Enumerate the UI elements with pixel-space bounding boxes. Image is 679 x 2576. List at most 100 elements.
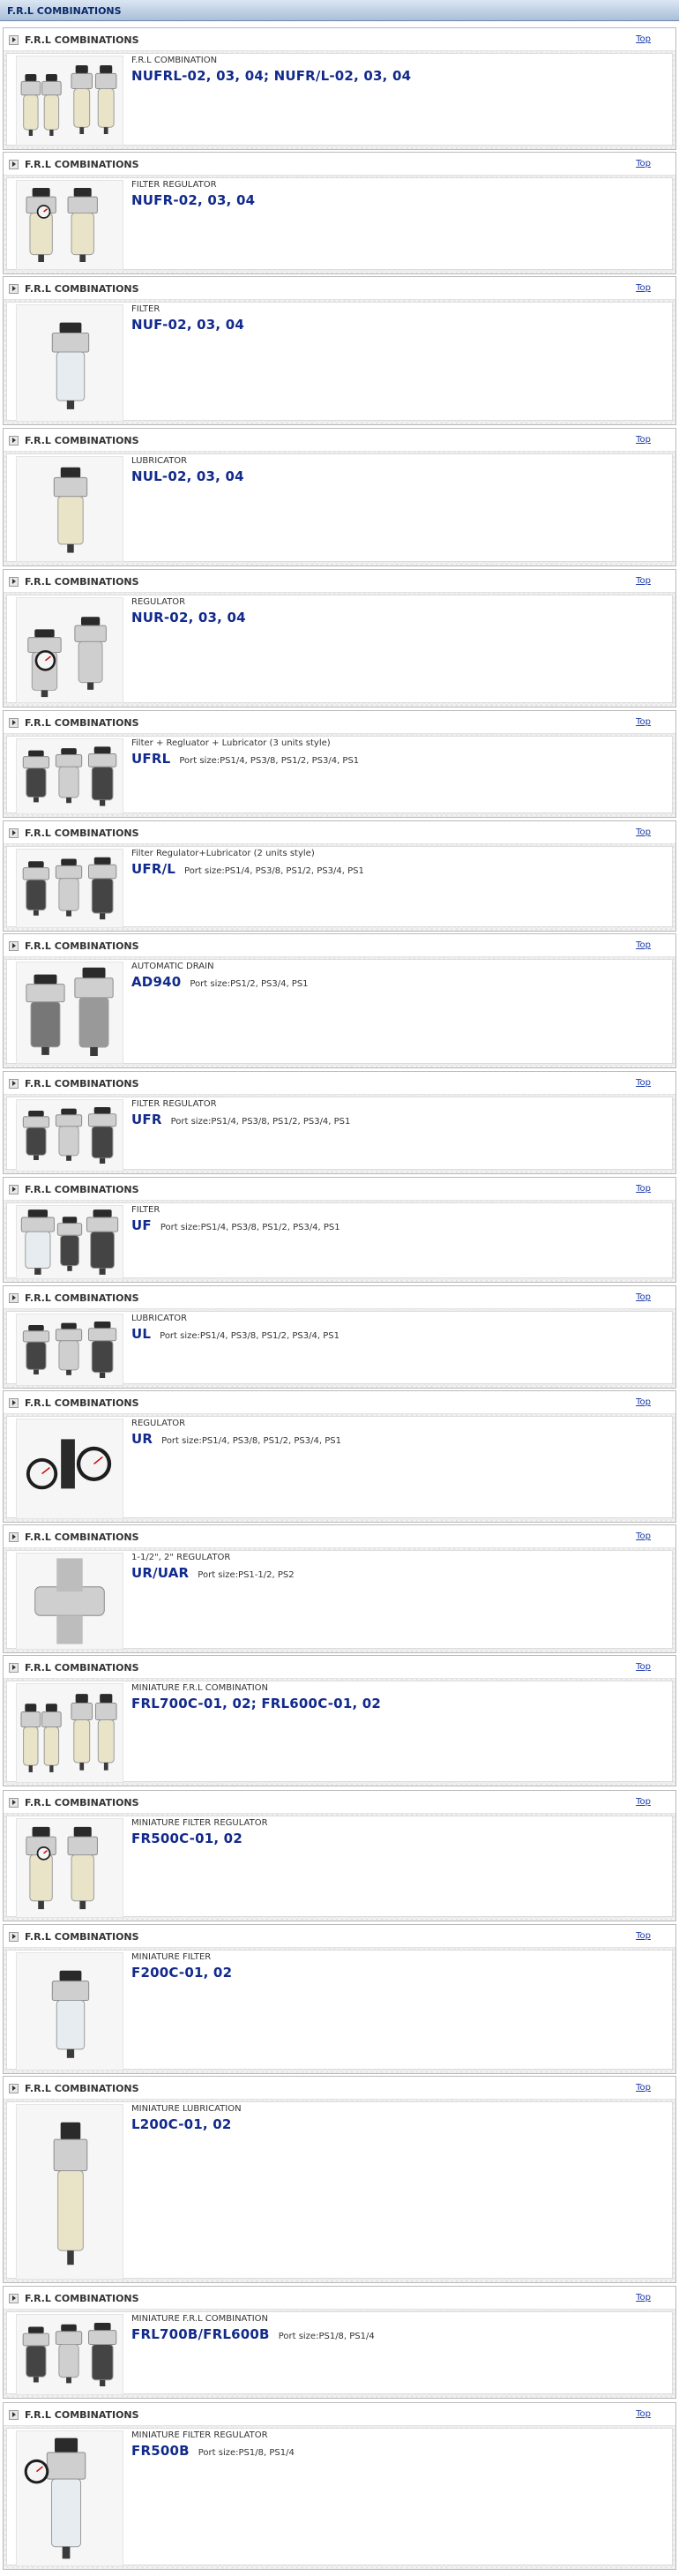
product-image[interactable] (16, 2314, 123, 2395)
product-model[interactable]: UL (131, 1326, 151, 1342)
product-image[interactable] (16, 1952, 123, 2071)
product-image[interactable] (16, 849, 123, 928)
product-model[interactable]: UF (131, 1217, 152, 1233)
product-description: MINIATURE F.R.L COMBINATION (131, 2314, 269, 2324)
model-line: UL Port size:PS1/4, PS3/8, PS1/2, PS3/4, … (131, 1325, 663, 1342)
product-image[interactable] (16, 1314, 123, 1386)
back-to-top-link[interactable]: Top (636, 576, 651, 586)
back-to-top-link[interactable]: Top (636, 2409, 651, 2419)
back-to-top-link[interactable]: Top (636, 435, 651, 445)
product-content: MINIATURE FILTER REGULATOR FR500B Port si… (6, 2428, 673, 2566)
category-arrow-icon (9, 2410, 19, 2420)
product-image[interactable] (16, 738, 123, 814)
product-model[interactable]: UFRL (131, 751, 170, 767)
product-content: AUTOMATIC DRAIN AD940 Port size:PS1/2, PS… (6, 959, 673, 1064)
product-description: MINIATURE LUBRICATION (131, 2104, 242, 2114)
product-description: FILTER (131, 304, 160, 314)
product-image[interactable] (16, 1683, 123, 1783)
model-line: NUFR-02, 03, 04 (131, 191, 663, 208)
product-section: F.R.L COMBINATIONS Top LUBRICATOR UL Port… (3, 1285, 676, 1389)
back-to-top-link[interactable]: Top (636, 1662, 651, 1672)
product-model[interactable]: UFR/L (131, 861, 175, 877)
product-model[interactable]: UR (131, 1431, 153, 1447)
product-model[interactable]: FRL700B/FRL600B (131, 2326, 270, 2342)
model-line: UFRL Port size:PS1/4, PS3/8, PS1/2, PS3/4… (131, 750, 663, 767)
product-description: REGULATOR (131, 597, 186, 607)
section-header: F.R.L COMBINATIONS Top (4, 570, 675, 593)
product-image[interactable] (16, 456, 123, 562)
section-header: F.R.L COMBINATIONS Top (4, 2403, 675, 2426)
category-title: F.R.L COMBINATIONS (25, 2409, 139, 2421)
product-image[interactable] (16, 304, 123, 422)
back-to-top-link[interactable]: Top (636, 827, 651, 837)
product-image[interactable] (16, 1553, 123, 1650)
category-arrow-icon (9, 577, 19, 587)
product-image[interactable] (16, 2104, 123, 2280)
product-text: LUBRICATOR NUL-02, 03, 04 (131, 456, 663, 484)
model-line: AD940 Port size:PS1/2, PS3/4, PS1 (131, 973, 663, 990)
product-model[interactable]: NUR-02, 03, 04 (131, 610, 246, 625)
port-size: Port size:PS1/8, PS1/4 (278, 2332, 375, 2341)
product-image[interactable] (16, 1419, 123, 1519)
back-to-top-link[interactable]: Top (636, 717, 651, 727)
product-image[interactable] (16, 1818, 123, 1918)
product-section: F.R.L COMBINATIONS Top MINIATURE FILTER … (3, 1790, 676, 1921)
product-content: MINIATURE LUBRICATION L200C-01, 02 (6, 2101, 673, 2280)
model-line: FRL700B/FRL600B Port size:PS1/8, PS1/4 (131, 2325, 663, 2342)
product-model[interactable]: UR/UAR (131, 1565, 189, 1581)
product-image[interactable] (16, 180, 123, 270)
product-image[interactable] (16, 2430, 123, 2566)
model-line: L200C-01, 02 (131, 2115, 663, 2132)
product-model[interactable]: NUFRL-02, 03, 04; NUFR/L-02, 03, 04 (131, 68, 411, 84)
back-to-top-link[interactable]: Top (636, 1078, 651, 1088)
category-title: F.R.L COMBINATIONS (25, 1797, 139, 1808)
category-title: F.R.L COMBINATIONS (25, 1662, 139, 1674)
category-arrow-icon (9, 2294, 19, 2303)
product-section: F.R.L COMBINATIONS Top Filter Regulator+… (3, 820, 676, 932)
product-description: Filter + Regluator + Lubricator (3 units… (131, 738, 331, 748)
back-to-top-link[interactable]: Top (636, 1397, 651, 1407)
product-model[interactable]: L200C-01, 02 (131, 2116, 232, 2132)
back-to-top-link[interactable]: Top (636, 940, 651, 950)
product-model[interactable]: AD940 (131, 974, 181, 990)
product-section: F.R.L COMBINATIONS Top FILTER REGULATOR … (3, 152, 676, 274)
product-model[interactable]: NUFR-02, 03, 04 (131, 192, 255, 208)
product-model[interactable]: UFR (131, 1112, 162, 1127)
back-to-top-link[interactable]: Top (636, 283, 651, 293)
product-text: REGULATOR UR Port size:PS1/4, PS3/8, PS1/… (131, 1419, 663, 1447)
product-image[interactable] (16, 962, 123, 1064)
model-line: FR500B Port size:PS1/8, PS1/4 (131, 2442, 663, 2459)
product-content: FILTER NUF-02, 03, 04 (6, 302, 673, 422)
section-header: F.R.L COMBINATIONS Top (4, 1072, 675, 1095)
page-title-bar: F.R.L COMBINATIONS (0, 0, 679, 21)
product-model[interactable]: F200C-01, 02 (131, 1965, 232, 1981)
back-to-top-link[interactable]: Top (636, 34, 651, 44)
back-to-top-link[interactable]: Top (636, 1797, 651, 1807)
product-content: F.R.L COMBINATION NUFRL-02, 03, 04; NUFR… (6, 53, 673, 146)
product-text: Filter Regulator+Lubricator (2 units sty… (131, 849, 663, 877)
back-to-top-link[interactable]: Top (636, 1292, 651, 1302)
section-header: F.R.L COMBINATIONS Top (4, 1925, 675, 1948)
product-image[interactable] (16, 1099, 123, 1172)
product-model[interactable]: FR500B (131, 2443, 190, 2459)
product-model[interactable]: NUF-02, 03, 04 (131, 317, 244, 333)
product-section: F.R.L COMBINATIONS Top AUTOMATIC DRAIN A… (3, 933, 676, 1068)
model-line: FRL700C-01, 02; FRL600C-01, 02 (131, 1695, 663, 1711)
back-to-top-link[interactable]: Top (636, 2083, 651, 2093)
product-image[interactable] (16, 56, 123, 146)
product-model[interactable]: FRL700C-01, 02; FRL600C-01, 02 (131, 1696, 381, 1711)
product-text: AUTOMATIC DRAIN AD940 Port size:PS1/2, PS… (131, 962, 663, 990)
back-to-top-link[interactable]: Top (636, 1184, 651, 1194)
product-content: MINIATURE FILTER F200C-01, 02 (6, 1950, 673, 2071)
product-model[interactable]: NUL-02, 03, 04 (131, 468, 244, 484)
back-to-top-link[interactable]: Top (636, 2293, 651, 2303)
back-to-top-link[interactable]: Top (636, 1931, 651, 1941)
product-image[interactable] (16, 1205, 123, 1279)
product-content: MINIATURE FILTER REGULATOR FR500C-01, 02 (6, 1816, 673, 1918)
back-to-top-link[interactable]: Top (636, 1531, 651, 1541)
back-to-top-link[interactable]: Top (636, 159, 651, 168)
product-image[interactable] (16, 597, 123, 703)
product-model[interactable]: FR500C-01, 02 (131, 1831, 242, 1846)
product-description: 1-1/2", 2" REGULATOR (131, 1553, 231, 1562)
product-section: F.R.L COMBINATIONS Top MINIATURE LUBRICA… (3, 2076, 676, 2283)
